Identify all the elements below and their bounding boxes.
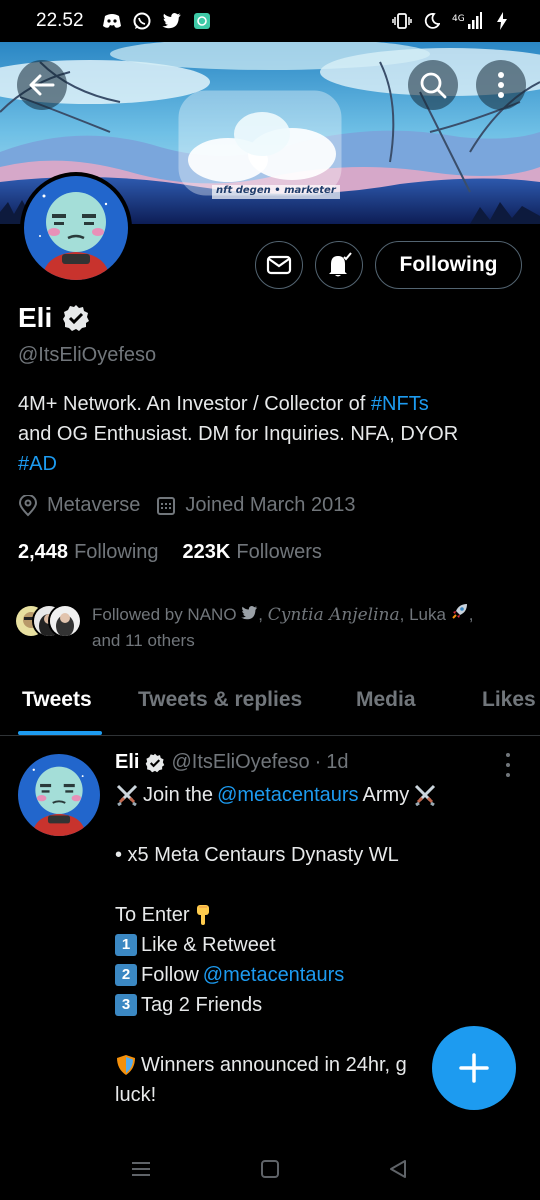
- profile-meta: Metaverse Joined March 2013: [18, 494, 371, 517]
- followed-by-avatars: [14, 602, 86, 640]
- tab-tweets-and-replies[interactable]: Tweets & replies: [138, 688, 302, 712]
- followed-by-cursive-name: Cyntia Anjelina: [267, 605, 400, 625]
- pointing-down-emoji-icon: [197, 905, 210, 925]
- triangle-back-icon: [390, 1160, 406, 1178]
- tab-media[interactable]: Media: [356, 688, 416, 712]
- tweet-author-handle: @ItsEliOyefeso: [171, 751, 310, 773]
- verified-badge-icon: [146, 753, 165, 772]
- tweet-time: 1d: [326, 751, 349, 773]
- tweet-author-name[interactable]: Eli: [115, 751, 139, 774]
- twitter-bird-icon: [161, 12, 182, 30]
- crossed-swords-icon: [415, 784, 436, 806]
- square-home-icon: [261, 1160, 279, 1178]
- tweet-header: Eli @ItsEliOyefeso · 1d: [115, 751, 349, 774]
- tweet-step-2-pre: Follow: [141, 964, 199, 986]
- tweet-line-2: • x5 Meta Centaurs Dynasty WL: [115, 844, 399, 866]
- location-text: Metaverse: [47, 494, 141, 516]
- system-navigation-bar: [0, 1137, 540, 1200]
- followed-by-text: Followed by NANO , Cyntia Anjelina, Luka…: [92, 602, 522, 654]
- tab-likes[interactable]: Likes: [482, 688, 536, 712]
- followers-count: 223K: [182, 541, 231, 563]
- moon-icon: [422, 12, 442, 30]
- notification-icons: [102, 12, 212, 30]
- tweet-avatar[interactable]: [18, 754, 100, 836]
- joined-text: Joined March 2013: [185, 494, 356, 516]
- notifications-button[interactable]: [315, 241, 363, 289]
- search-button[interactable]: [408, 60, 458, 110]
- keycap-1: 1: [115, 934, 137, 956]
- whatsapp-icon: [132, 12, 152, 30]
- profile-avatar[interactable]: [20, 172, 132, 284]
- tweet-line-1-post: Army: [362, 784, 410, 806]
- keycap-2: 2: [115, 964, 137, 986]
- hashtag-nfts-link[interactable]: #NFTs: [371, 393, 429, 415]
- follower-avatar-3: [48, 604, 82, 638]
- vertical-dots-icon: [498, 72, 504, 98]
- join-date: Joined March 2013: [156, 494, 355, 517]
- back-button[interactable]: [17, 60, 67, 110]
- location: Metaverse: [18, 494, 140, 517]
- vibrate-icon: [392, 12, 412, 30]
- profile-tabs: Tweets Tweets & replies Media Likes: [0, 672, 540, 736]
- app-notification-icon: [192, 12, 212, 30]
- following-button[interactable]: Following: [375, 241, 522, 289]
- signal-icon: 4G: [452, 12, 482, 30]
- followed-by[interactable]: Followed by NANO , Cyntia Anjelina, Luka…: [14, 602, 522, 654]
- profile-name-row: Eli: [18, 302, 90, 334]
- menu-lines-icon: [132, 1162, 150, 1176]
- tweet-line-1-pre: Join the: [143, 784, 214, 806]
- status-time: 22.52: [36, 10, 84, 31]
- banner-tagline: nft degen • marketer: [216, 185, 336, 196]
- battery-charging-icon: [492, 12, 512, 30]
- avatar-image: [24, 176, 128, 280]
- shield-emoji-icon: [117, 1055, 135, 1075]
- keycap-3: 3: [115, 994, 137, 1016]
- status-bar: 22.52 4G: [0, 0, 540, 42]
- calendar-icon: [157, 496, 176, 515]
- home-button[interactable]: [256, 1155, 284, 1183]
- network-type: 4G: [452, 14, 465, 24]
- tweet-line-3: To Enter: [115, 904, 190, 926]
- followed-by-suffix: , Luka: [399, 605, 446, 624]
- tweet-line-4: Winners announced in 24hr, g: [141, 1054, 407, 1076]
- profile-name: Eli: [18, 302, 53, 333]
- crossed-swords-icon: [116, 784, 138, 806]
- search-icon: [420, 72, 447, 99]
- mention-metacentaurs-link-2[interactable]: @metacentaurs: [203, 960, 344, 990]
- location-pin-icon: [18, 494, 38, 516]
- follow-stats: 2,448 Following 223K Followers: [18, 541, 322, 564]
- compose-tweet-button[interactable]: [432, 1026, 516, 1110]
- verified-badge-icon: [63, 305, 90, 331]
- tweet-step-3: Tag 2 Friends: [141, 994, 263, 1016]
- followers-stat[interactable]: 223K Followers: [183, 541, 322, 564]
- hashtag-ad-link[interactable]: #AD: [18, 453, 57, 475]
- recent-apps-button[interactable]: [127, 1155, 155, 1183]
- followed-by-prefix: Followed by NANO: [92, 605, 237, 624]
- tweet-step-1: Like & Retweet: [141, 934, 276, 956]
- bio-line-2: and OG Enthusiast. DM for Inquiries. NFA…: [18, 423, 459, 445]
- bell-check-icon: [329, 252, 352, 277]
- active-tab-indicator: [18, 731, 102, 735]
- twitter-bird-icon: [241, 606, 258, 620]
- back-arrow-icon: [29, 74, 55, 96]
- more-options-button[interactable]: [476, 60, 526, 110]
- tab-tweets[interactable]: Tweets: [22, 688, 92, 712]
- discord-icon: [102, 12, 122, 30]
- tweet-more-button[interactable]: [498, 753, 518, 777]
- system-status-icons: 4G: [392, 0, 512, 42]
- plus-icon: [459, 1053, 489, 1083]
- following-count: 2,448: [18, 541, 69, 563]
- following-label: Following: [74, 541, 159, 563]
- envelope-icon: [266, 255, 292, 275]
- rocket-emoji-icon: [451, 604, 467, 619]
- message-button[interactable]: [255, 241, 303, 289]
- followed-by-line-2: and 11 others: [92, 631, 195, 650]
- following-stat[interactable]: 2,448 Following: [18, 541, 159, 564]
- followers-label: Followers: [236, 541, 322, 563]
- system-back-button[interactable]: [384, 1155, 412, 1183]
- bio-line-1: 4M+ Network. An Investor / Collector of: [18, 393, 371, 415]
- profile-bio: 4M+ Network. An Investor / Collector of …: [18, 389, 523, 479]
- mention-metacentaurs-link[interactable]: @metacentaurs: [217, 780, 358, 810]
- profile-handle: @ItsEliOyefeso: [18, 344, 157, 366]
